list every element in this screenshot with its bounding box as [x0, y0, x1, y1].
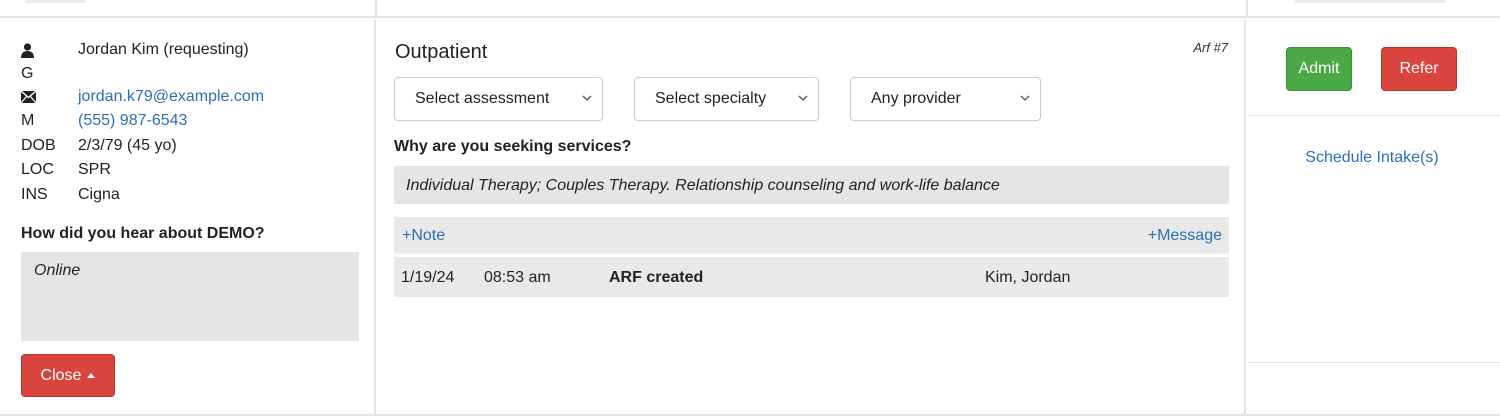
arf-number: Arf #7 [1193, 40, 1228, 55]
provider-select[interactable]: Any provider [850, 77, 1041, 121]
actions-divider-bottom [1248, 362, 1500, 363]
contact-ins: Cigna [78, 185, 120, 203]
contact-phone-row: M (555) 987-6543 [21, 109, 264, 134]
contact-ins-row: INS Cigna [21, 183, 264, 208]
activity-toolbar: +Note +Message [394, 217, 1229, 255]
contact-dob-row: DOB 2/3/79 (45 yo) [21, 134, 264, 159]
loc-key: LOC [21, 161, 54, 179]
referral-source-value: Online [21, 252, 359, 341]
actions-panel: Admit Refer Schedule Intake(s) [1248, 20, 1500, 416]
top-stub-right [1295, 0, 1445, 3]
contact-loc: SPR [78, 161, 111, 179]
contact-email-row: jordan.k79@example.com [21, 85, 264, 110]
assessment-select[interactable]: Select assessment [394, 77, 603, 121]
log-event: ARF created [609, 269, 704, 286]
log-user: Kim, Jordan [985, 269, 1071, 286]
top-separator-right [1246, 0, 1248, 18]
contact-loc-row: LOC SPR [21, 158, 264, 183]
top-stub-left [25, 0, 85, 3]
log-time: 08:53 am [484, 269, 551, 286]
contact-dob: 2/3/79 (45 yo) [78, 136, 177, 154]
dob-key: DOB [21, 136, 56, 154]
phone-key: M [21, 112, 35, 130]
assessment-select-value: Select assessment [415, 90, 550, 107]
specialty-select[interactable]: Select specialty [634, 77, 819, 121]
contact-name-row: Jordan Kim (requesting) [21, 38, 264, 63]
caret-up-icon [87, 373, 96, 378]
activity-log-row: 1/19/24 08:53 am ARF created Kim, Jordan [394, 257, 1229, 297]
contact-phone-link[interactable]: (555) 987-6543 [78, 111, 187, 131]
reason-value: Individual Therapy; Couples Therapy. Rel… [394, 166, 1229, 204]
contact-panel: Jordan Kim (requesting) G jordan.k79@exa… [0, 20, 376, 416]
chevron-down-icon [1020, 95, 1030, 101]
referral-main-panel: Outpatient Arf #7 Select assessment Sele… [378, 20, 1246, 416]
gender-key: G [21, 64, 34, 82]
chevron-down-icon [582, 95, 592, 101]
actions-divider [1248, 115, 1500, 116]
specialty-select-value: Select specialty [655, 90, 767, 107]
top-separator-left [375, 0, 377, 18]
close-button[interactable]: Close [21, 354, 115, 397]
person-icon [21, 43, 78, 58]
ins-key: INS [21, 185, 48, 203]
contact-email-link[interactable]: jordan.k79@example.com [78, 87, 264, 107]
refer-button[interactable]: Refer [1381, 47, 1457, 91]
admit-button[interactable]: Admit [1286, 47, 1352, 91]
contact-gender-row: G [21, 63, 264, 85]
chevron-down-icon [798, 95, 808, 101]
schedule-intake-link[interactable]: Schedule Intake(s) [1248, 149, 1496, 167]
add-note-link[interactable]: +Note [402, 227, 445, 245]
bottom-border [0, 414, 1500, 416]
contact-name: Jordan Kim (requesting) [78, 41, 249, 59]
close-button-label: Close [40, 366, 82, 384]
program-title: Outpatient [395, 41, 488, 63]
add-message-link[interactable]: +Message [1148, 227, 1222, 245]
contact-details: Jordan Kim (requesting) G jordan.k79@exa… [21, 38, 264, 207]
reason-label: Why are you seeking services? [394, 138, 632, 155]
log-date: 1/19/24 [401, 269, 455, 286]
referral-source-label: How did you hear about DEMO? [21, 225, 265, 242]
top-strip [0, 0, 1500, 18]
envelope-icon [21, 90, 78, 103]
provider-select-value: Any provider [871, 90, 961, 107]
